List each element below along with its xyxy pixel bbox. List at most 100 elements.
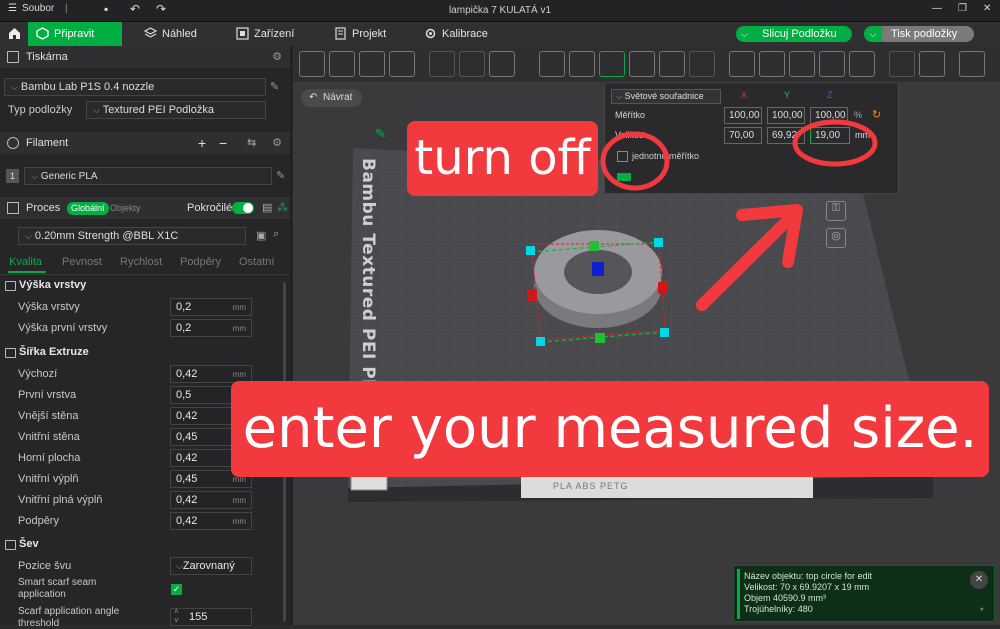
filament-select[interactable]: ⌵ Generic PLA <box>24 167 272 185</box>
tab-device[interactable]: Zařízení <box>228 22 318 46</box>
rotate-icon[interactable] <box>569 51 595 77</box>
size-unit: mm <box>855 130 870 140</box>
scale-handle-corner[interactable] <box>536 337 545 346</box>
scale-handle-x[interactable] <box>527 289 537 301</box>
width-solid-infill-input[interactable]: 0,42 mm <box>170 491 252 509</box>
slice-plate-button[interactable]: ⌵ Slicuj Podložku <box>736 26 852 42</box>
layer-height-input[interactable]: 0,2 mm <box>170 298 252 316</box>
advanced-label: Pokročilé <box>187 202 233 214</box>
scale-handle-y[interactable] <box>589 241 599 251</box>
tab-objects[interactable]: Objekty <box>110 197 141 219</box>
tab-prepare[interactable]: Připravit <box>28 22 122 46</box>
scale-handle-corner[interactable] <box>660 328 669 337</box>
tab-project[interactable]: Projekt <box>326 22 406 46</box>
variable-layer-icon[interactable] <box>489 51 515 77</box>
scale-icon[interactable] <box>599 51 625 77</box>
support-paint-icon[interactable] <box>729 51 755 77</box>
list-icon[interactable]: ▤ <box>262 197 272 219</box>
scale-handle-corner[interactable] <box>654 238 663 247</box>
minimize-icon[interactable]: — <box>932 3 942 14</box>
reset-icon[interactable]: ↻ <box>872 108 881 121</box>
divider <box>0 274 290 275</box>
subtab-others[interactable]: Ostatní <box>239 256 274 268</box>
size-z-input[interactable]: 19,00 <box>810 127 850 144</box>
sync-icon[interactable]: ⇆ <box>247 132 256 154</box>
row-label: Smart scarf seam <box>18 577 97 588</box>
expand-icon[interactable]: ● <box>980 606 984 613</box>
stepper-icon[interactable]: ˄ ˅ <box>174 607 179 625</box>
subtab-quality[interactable]: Kvalita <box>9 256 42 268</box>
filament-section-header: Filament + − ⇆ ⚙ <box>0 132 290 154</box>
compare-icon[interactable]: ⁂ <box>277 197 288 219</box>
uniform-scale-checkbox[interactable] <box>617 151 628 162</box>
tab-calibration[interactable]: Kalibrace <box>416 22 506 46</box>
mesh-boolean-icon[interactable] <box>689 51 715 77</box>
arrange-icon[interactable] <box>389 51 415 77</box>
size-x-input[interactable]: 70,00 <box>724 127 762 144</box>
split-icon[interactable] <box>429 51 455 77</box>
plate-type-select[interactable]: ⌵ Textured PEI Podložka <box>86 101 266 119</box>
print-plate-button[interactable]: ⌵ Tisk podložky <box>864 26 974 42</box>
fit-view-icon[interactable] <box>919 51 945 77</box>
scale-z-input[interactable]: 100,00 <box>810 107 848 124</box>
lay-on-face-icon[interactable] <box>629 51 655 77</box>
close-icon[interactable]: ✕ <box>983 3 991 14</box>
width-support-input[interactable]: 0,42 mm <box>170 512 252 530</box>
grid-plate-icon[interactable] <box>329 51 355 77</box>
move-icon[interactable] <box>539 51 565 77</box>
split-parts-icon[interactable] <box>459 51 485 77</box>
scale-handle-x[interactable] <box>658 282 668 294</box>
assembly-icon[interactable] <box>889 51 915 77</box>
chevron-down-icon[interactable]: ⌵ <box>741 26 748 42</box>
save-preset-icon[interactable]: ▣ <box>256 229 266 242</box>
edit-icon[interactable]: ✎ <box>375 126 386 142</box>
seam-position-select[interactable]: ⌵Zarovnaný <box>170 557 252 575</box>
gear-icon[interactable]: ⚙ <box>272 132 282 154</box>
view-icon[interactable]: ◎ <box>826 228 846 248</box>
filament-index-badge: 1 <box>6 169 19 183</box>
coordinate-system-select[interactable]: ⌵ Světové souřadnice <box>611 89 721 104</box>
scale-y-input[interactable]: 100,00 <box>767 107 805 124</box>
tab-preview[interactable]: Náhled <box>136 22 216 46</box>
scale-x-input[interactable]: 100,00 <box>724 107 762 124</box>
add-icon[interactable]: + <box>198 132 206 154</box>
edit-icon[interactable]: ✎ <box>276 169 285 182</box>
size-y-input[interactable]: 69,92 <box>767 127 805 144</box>
seam-paint-icon[interactable] <box>759 51 785 77</box>
scarf-angle-input[interactable]: ˄ ˅ 155 <box>170 607 252 626</box>
add-object-icon[interactable] <box>299 51 325 77</box>
export-icon[interactable] <box>959 51 985 77</box>
field-value: 0,5 <box>176 389 192 401</box>
printer-select[interactable]: ⌵ Bambu Lab P1S 0.4 nozzle <box>4 78 266 96</box>
first-layer-height-input[interactable]: 0,2 mm <box>170 319 252 337</box>
measure-icon[interactable] <box>849 51 875 77</box>
cut-icon[interactable] <box>659 51 685 77</box>
object-info-panel: Název objektu: top circle for edit Velik… <box>733 565 995 622</box>
lock-icon[interactable]: ⚿ <box>826 201 846 221</box>
gear-icon[interactable]: ⚙ <box>272 46 282 68</box>
orient-icon[interactable] <box>359 51 385 77</box>
home-tab[interactable] <box>0 22 28 46</box>
subtab-support[interactable]: Podpěry <box>180 256 221 268</box>
chevron-down-icon[interactable]: ⌵ <box>864 26 882 42</box>
smart-scarf-checkbox[interactable]: ✓ <box>171 584 182 595</box>
text-icon[interactable] <box>789 51 815 77</box>
subtab-speed[interactable]: Rychlost <box>120 256 162 268</box>
search-icon[interactable]: ⌕ <box>273 228 279 241</box>
back-button[interactable]: ↶ Návrat <box>301 89 363 107</box>
advanced-toggle[interactable] <box>232 202 254 214</box>
edit-icon[interactable]: ✎ <box>270 80 279 93</box>
scale-handle-z[interactable] <box>592 262 604 276</box>
scale-handle-y[interactable] <box>595 333 605 343</box>
tab-global[interactable]: Globální <box>67 202 109 215</box>
subtab-strength[interactable]: Pevnost <box>62 256 102 268</box>
tab-label: Zařízení <box>254 28 295 40</box>
close-icon[interactable]: ✕ <box>970 571 988 589</box>
plate-name-text: Bambu Textured PEI Plate <box>358 158 378 419</box>
scale-panel: ⌵ Světové souřadnice X Y Z Měřítko 100,0… <box>604 82 899 194</box>
scale-handle-corner[interactable] <box>526 246 535 255</box>
remove-icon[interactable]: − <box>219 132 227 154</box>
process-preset-select[interactable]: ⌵ 0.20mm Strength @BBL X1C <box>18 227 246 245</box>
color-paint-icon[interactable] <box>819 51 845 77</box>
maximize-icon[interactable]: ❐ <box>958 3 967 14</box>
